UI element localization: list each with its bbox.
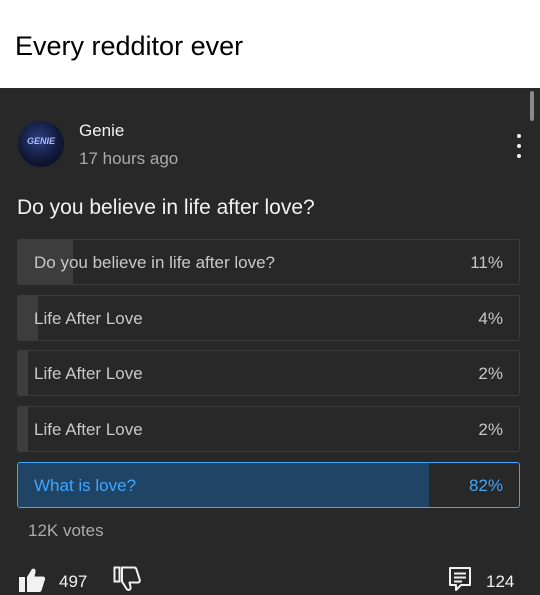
poll-option-percent: 82% <box>468 476 503 495</box>
poll-option-label: Life After Love <box>34 420 143 439</box>
poll-option[interactable]: Do you believe in life after love? 11% <box>17 239 520 285</box>
more-vert-icon[interactable] <box>512 133 526 159</box>
vote-count: 12K votes <box>28 521 104 540</box>
community-post-card: GENIE Genie 17 hours ago Do you believe … <box>0 91 540 595</box>
thumbs-up-icon[interactable] <box>18 567 46 593</box>
poll-option-percent: 2% <box>478 364 503 383</box>
poll-option-bar <box>18 351 29 395</box>
poll-option[interactable]: Life After Love 2% <box>17 350 520 396</box>
poll-option[interactable]: Life After Love 4% <box>17 295 520 341</box>
author-name[interactable]: Genie <box>79 121 124 141</box>
poll-option-percent: 2% <box>478 420 503 439</box>
meme-caption: Every redditor ever <box>0 0 540 88</box>
poll-option[interactable]: Life After Love 2% <box>17 406 520 452</box>
scrollbar[interactable] <box>530 91 534 121</box>
poll-option-label: What is love? <box>34 476 137 495</box>
poll-option-label: Life After Love <box>34 309 143 328</box>
comment-icon[interactable] <box>448 566 472 592</box>
poll-option-label: Do you believe in life after love? <box>34 253 275 272</box>
poll-option-selected[interactable]: What is love? 82% <box>17 462 520 508</box>
poll-option-label: Life After Love <box>34 364 143 383</box>
avatar[interactable]: GENIE <box>18 121 64 167</box>
poll-question: Do you believe in life after love? <box>17 196 315 219</box>
like-count: 497 <box>59 572 88 591</box>
thumbs-down-icon[interactable] <box>113 566 141 592</box>
avatar-logo-text: GENIE <box>26 136 55 146</box>
poll-option-percent: 11% <box>470 253 503 272</box>
comment-count: 124 <box>486 572 515 591</box>
poll-option-bar <box>18 407 29 451</box>
post-timestamp: 17 hours ago <box>79 149 179 168</box>
poll-option-percent: 4% <box>478 309 503 328</box>
